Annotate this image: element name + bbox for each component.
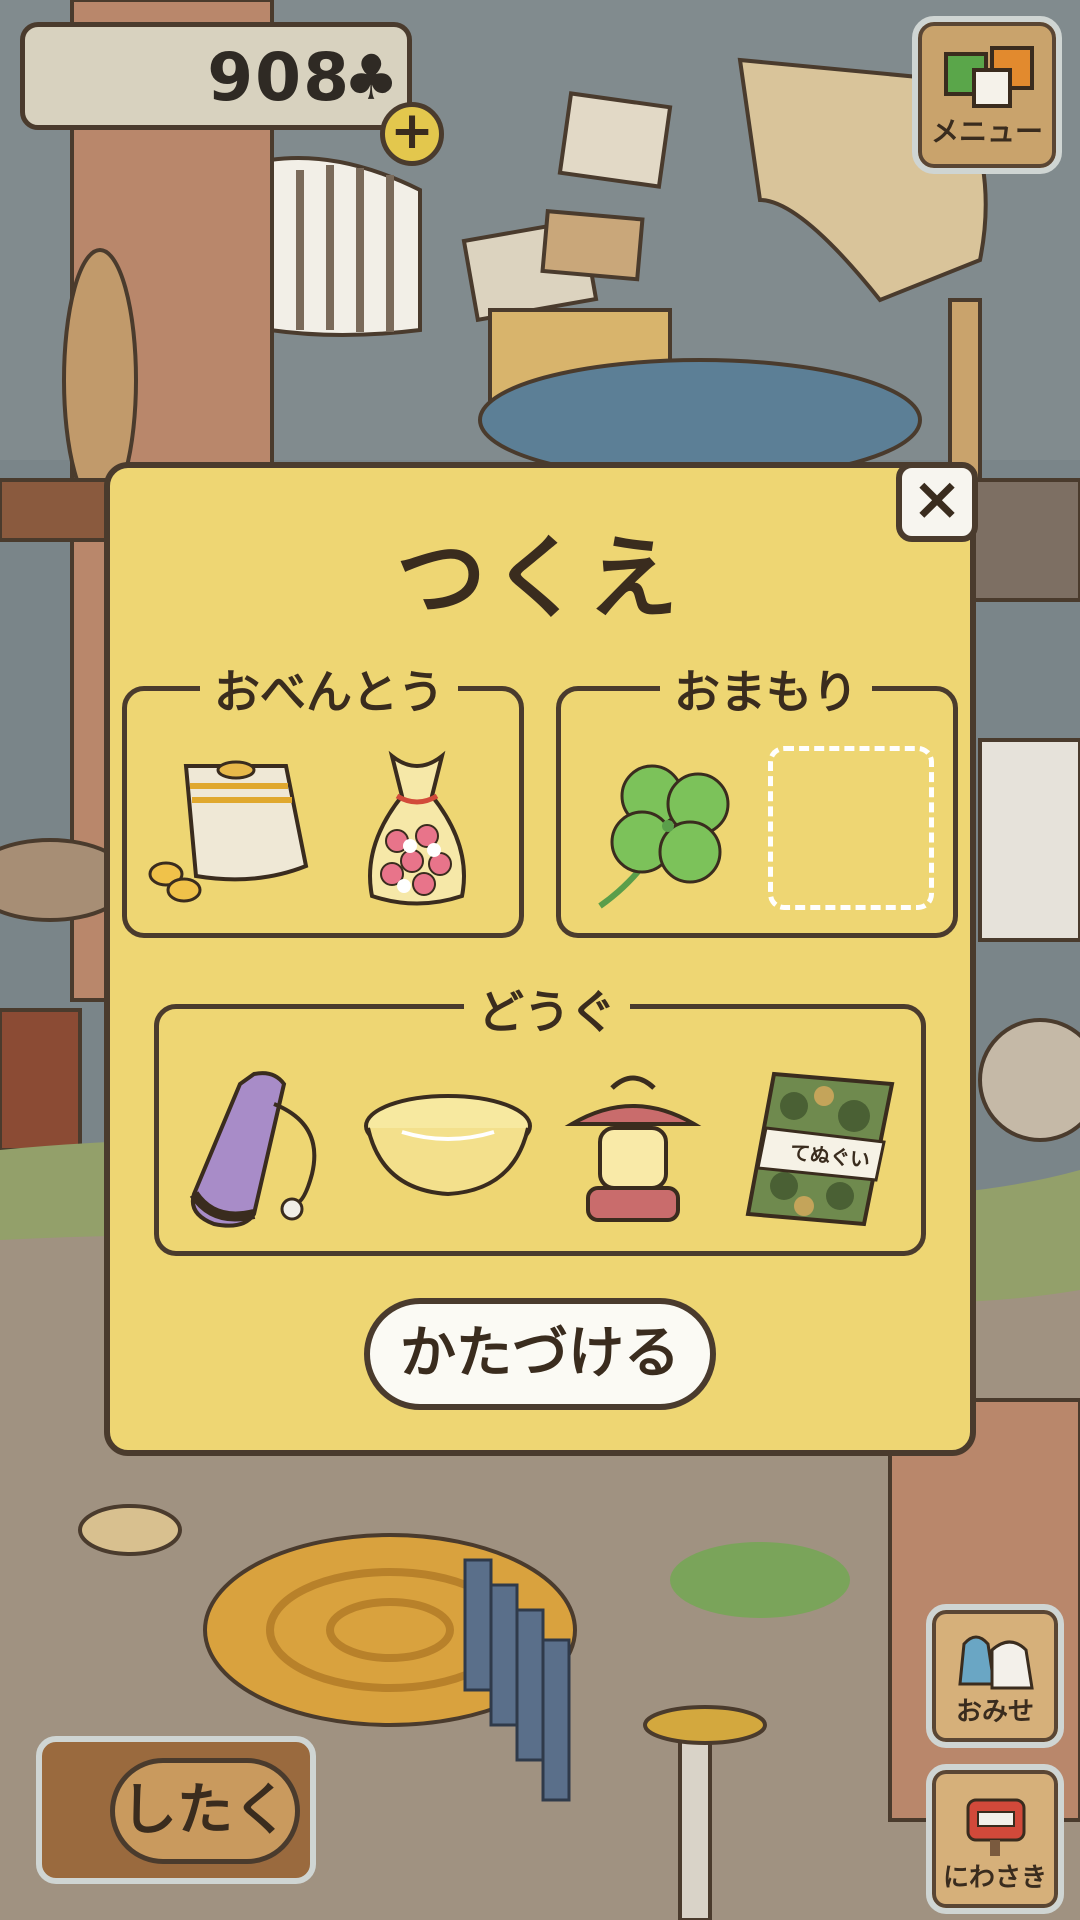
flower-candy-bag-icon[interactable] [352,746,482,916]
menu-label: メニュー [930,115,1043,148]
dialog-title: つくえ [396,526,684,631]
prepare-button[interactable]: したく [36,1736,316,1884]
garden-label: にわさき [942,1863,1047,1893]
purple-bottle-icon[interactable] [184,1064,334,1234]
tools-group-label: どうぐ [464,976,630,1042]
mailbox-icon [966,1798,1026,1856]
shop-button[interactable]: おみせ [926,1604,1064,1748]
lantern-icon[interactable] [562,1068,704,1228]
shop-label: おみせ [955,1697,1034,1727]
clover-counter: 908 ♣ [20,22,412,130]
clover-count: 908 [207,39,351,116]
bento-group-label: おべんとう [200,656,458,722]
omamori-group-label: おまもり [660,656,872,722]
camo-towel-icon[interactable]: てぬぐい [744,1066,896,1230]
shop-bag-icon [958,1635,1034,1690]
empty-charm-slot[interactable] [768,746,934,910]
prepare-label: したく [110,1758,300,1864]
garden-button[interactable]: にわさき [926,1764,1064,1914]
put-away-button[interactable]: かたづける [364,1298,716,1410]
glass-bowl-icon[interactable] [362,1090,534,1202]
menu-button[interactable]: メニュー [912,16,1062,174]
four-leaf-clover-icon[interactable] [590,748,740,914]
menu-icon [944,46,1034,108]
add-clover-button[interactable]: + [380,102,444,166]
bread-bag-icon[interactable] [146,756,316,906]
